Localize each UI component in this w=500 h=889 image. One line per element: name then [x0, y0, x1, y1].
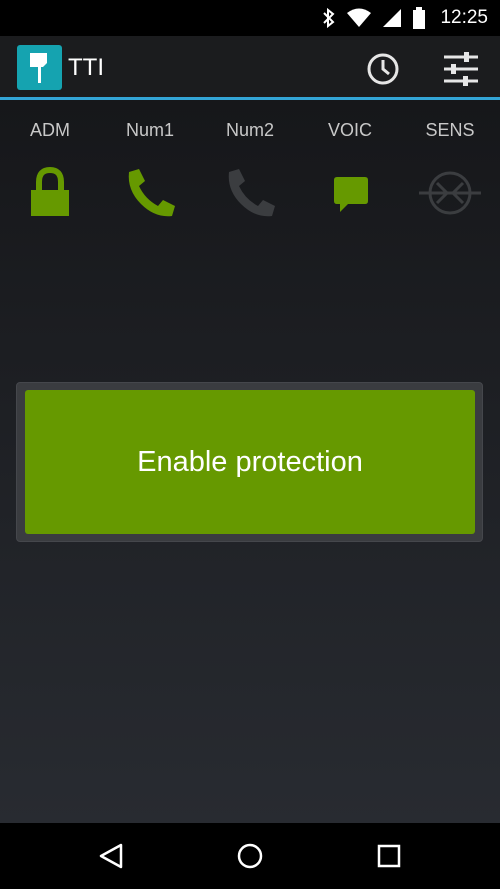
history-icon [367, 53, 399, 85]
phone-icon [125, 166, 175, 220]
bluetooth-icon [323, 7, 335, 29]
status-label: Num2 [225, 120, 274, 140]
back-button[interactable] [96, 841, 126, 871]
enable-protection-button[interactable]: Enable protection [25, 390, 475, 534]
status-bar: 12:25 [0, 0, 500, 36]
sensor-icon [417, 166, 483, 220]
home-button[interactable] [235, 841, 265, 871]
lock-icon [25, 166, 75, 220]
recents-button[interactable] [374, 841, 404, 871]
home-icon [237, 843, 263, 869]
message-icon [325, 166, 375, 220]
status-label: Num1 [125, 120, 174, 140]
nav-bar [0, 823, 500, 889]
settings-sliders-icon [444, 52, 478, 86]
battery-icon [413, 7, 426, 29]
history-button[interactable] [364, 50, 402, 88]
status-label: ADM [30, 120, 70, 140]
settings-button[interactable] [441, 49, 481, 89]
status-label: SENS [425, 120, 475, 140]
recents-icon [377, 844, 401, 868]
app-logo [17, 45, 62, 90]
phone-icon [225, 166, 275, 220]
enable-protection-frame: Enable protection [16, 382, 483, 542]
app-title: TTI [68, 54, 104, 81]
app-bar: TTI [0, 36, 500, 100]
back-icon [99, 843, 123, 869]
status-label: VOIC [327, 120, 372, 140]
status-row: ADM Num1 Num2 VOIC SENS [0, 100, 500, 230]
wifi-icon [347, 8, 372, 27]
cell-signal-icon [383, 9, 402, 27]
status-time: 12:25 [440, 7, 488, 28]
main-content: ADM Num1 Num2 VOIC SENS Enable protectio… [0, 100, 500, 823]
